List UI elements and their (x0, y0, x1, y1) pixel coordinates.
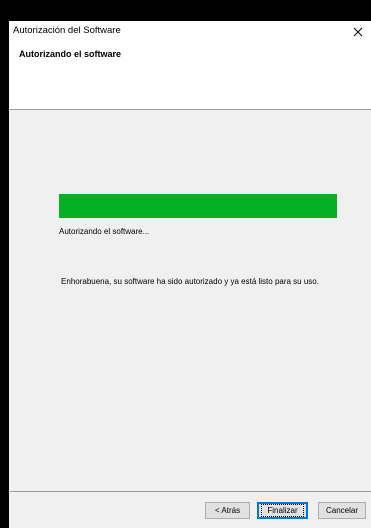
window-title: Autorización del Software (13, 25, 121, 36)
back-button[interactable]: < Atrás (205, 502, 250, 519)
footer-divider (9, 491, 371, 492)
wizard-step-title: Autorizando el software (19, 49, 122, 59)
progress-bar (59, 194, 337, 218)
back-button-label: < Atrás (214, 506, 241, 515)
progress-status-text: Autorizando el software... (59, 227, 150, 236)
close-button[interactable] (345, 21, 371, 43)
progress-bar-fill (59, 194, 337, 218)
success-message: Enhorabuena, su software ha sido autoriz… (61, 277, 319, 286)
cancel-button-label: Cancelar (325, 506, 358, 515)
close-icon (353, 27, 363, 37)
cancel-button[interactable]: Cancelar (318, 502, 366, 519)
finish-button[interactable]: Finalizar (257, 502, 308, 519)
wizard-header: Autorizando el software (9, 43, 371, 110)
authorization-dialog: Autorización del Software Autorizando el… (9, 21, 371, 528)
wizard-content: Autorizando el software... Enhorabuena, … (9, 110, 371, 479)
title-bar: Autorización del Software (9, 21, 371, 43)
finish-button-label: Finalizar (261, 504, 304, 517)
